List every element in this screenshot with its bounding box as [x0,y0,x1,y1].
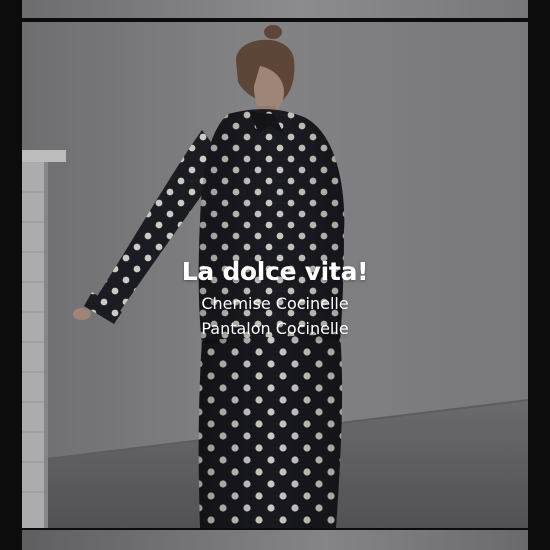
video-viewer: La dolce vita! Chemise Cocinelle Pantalo… [0,0,550,550]
previous-slide-peek[interactable] [22,0,528,18]
caption-title: La dolce vita! [181,257,369,286]
next-slide-peek[interactable] [22,530,528,550]
caption-product-shirt: Chemise Cocinelle [201,294,349,313]
caption-product-pants: Pantalon Cocinelle [201,319,349,338]
video-slide[interactable]: La dolce vita! Chemise Cocinelle Pantalo… [22,22,528,528]
